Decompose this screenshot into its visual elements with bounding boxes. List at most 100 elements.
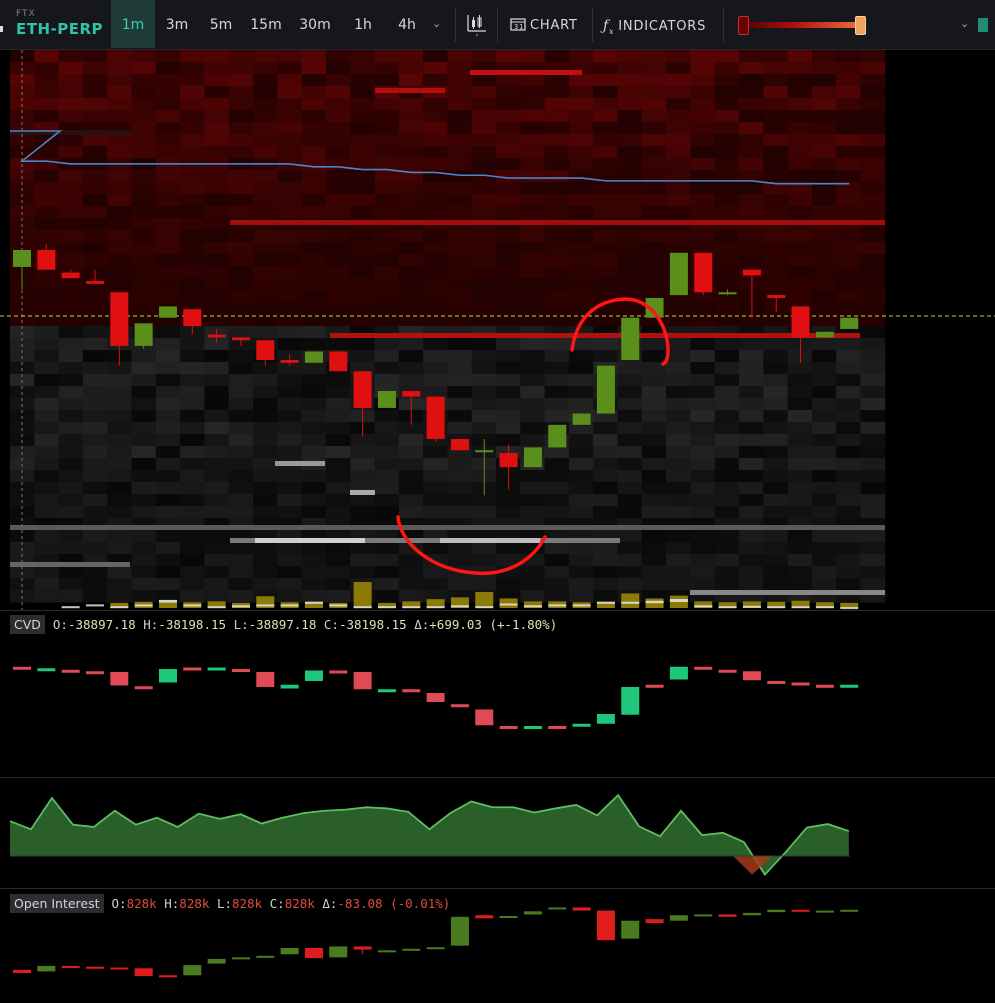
price-candle	[669, 252, 688, 296]
heatmap-cell	[253, 446, 278, 459]
slider-min-handle[interactable]	[738, 16, 749, 35]
heatmap-cell	[180, 362, 205, 375]
panel-toggle-icon[interactable]	[978, 18, 988, 32]
cvd-tag[interactable]: CVD	[10, 615, 45, 634]
heatmap-cell	[496, 374, 521, 387]
timeframe-4h-button[interactable]: 4h	[387, 0, 427, 48]
heatmap-cell	[301, 122, 327, 135]
heatmap-cell	[787, 194, 813, 207]
heatmap-cell	[617, 278, 643, 291]
symbol-selector[interactable]: FTX ETH-PERP	[16, 9, 103, 38]
heatmap-cell	[544, 482, 570, 495]
cvd-candle	[523, 726, 542, 729]
heatmap-cell	[617, 242, 643, 255]
heatmap-cell	[131, 506, 157, 519]
heatmap-cell	[593, 50, 618, 63]
chart-settings-button[interactable]: 31 CHART	[510, 0, 578, 48]
price-candle	[572, 413, 591, 425]
price-chart[interactable]	[0, 50, 995, 610]
heatmap-cell	[131, 254, 157, 267]
timeframe-5m-button[interactable]: 5m	[201, 0, 241, 48]
heatmap-cell	[690, 338, 716, 351]
heatmap-intensity-slider[interactable]	[738, 16, 866, 35]
more-chevron-down-icon[interactable]: ⌄	[960, 17, 969, 30]
heatmap-cell	[447, 206, 473, 219]
heatmap-cell	[58, 338, 84, 351]
heatmap-cell	[714, 386, 740, 399]
heatmap-cell	[325, 254, 351, 267]
heatmap-cell	[180, 374, 205, 387]
heatmap-cell	[836, 146, 861, 159]
heatmap-cell	[860, 206, 886, 219]
heatmap-cell	[714, 86, 740, 99]
heatmap-cell	[593, 578, 618, 591]
heatmap-cell	[155, 62, 181, 75]
oscillator-pane[interactable]	[0, 778, 995, 888]
heatmap-cell	[836, 422, 861, 435]
timeframe-1h-button[interactable]: 1h	[343, 0, 383, 48]
oi-candle	[304, 948, 323, 959]
liquidity-band	[690, 590, 885, 595]
heatmap-cell	[204, 170, 230, 183]
heatmap-cell	[617, 542, 643, 555]
heatmap-cell	[423, 446, 448, 459]
price-pane[interactable]	[0, 50, 995, 610]
timeframe-30m-button[interactable]: 30m	[293, 0, 337, 48]
timeframe-3m-button[interactable]: 3m	[157, 0, 197, 48]
heatmap-cell	[787, 374, 813, 387]
heatmap-cell	[180, 446, 205, 459]
heatmap-cell	[763, 458, 789, 471]
heatmap-cell	[568, 446, 594, 459]
open-interest-tag[interactable]: Open Interest	[10, 894, 104, 913]
indicators-button[interactable]: ƒx INDICATORS	[603, 0, 706, 48]
heatmap-cell	[836, 50, 861, 63]
liquidity-band	[440, 538, 540, 543]
heatmap-cell	[131, 434, 157, 447]
heatmap-cell	[763, 422, 789, 435]
open-interest-pane[interactable]: Open Interest O:828k H:828k L:828k C:828k…	[0, 889, 995, 999]
oscillator-chart[interactable]	[0, 778, 995, 888]
heatmap-cell	[447, 386, 473, 399]
heatmap-cell	[398, 302, 424, 315]
slider-max-handle[interactable]	[855, 16, 866, 35]
heatmap-cell	[568, 134, 594, 147]
heatmap-cell	[447, 266, 473, 279]
heatmap-cell	[277, 410, 303, 423]
heatmap-cell	[641, 506, 667, 519]
heatmap-cell	[58, 50, 84, 63]
heatmap-cell	[690, 566, 716, 579]
heatmap-cell	[204, 506, 230, 519]
cvd-pane[interactable]: CVD O:-38897.18 H:-38198.15 L:-38897.18 C…	[0, 611, 995, 777]
volume-sell-bar	[402, 606, 421, 609]
heatmap-cell	[34, 422, 60, 435]
heatmap-cell	[131, 266, 157, 279]
heatmap-cell	[398, 434, 424, 447]
heatmap-cell	[277, 554, 303, 567]
heatmap-cell	[423, 482, 448, 495]
heatmap-cell	[520, 194, 546, 207]
heatmap-cell	[763, 98, 789, 111]
heatmap-cell	[34, 470, 60, 483]
heatmap-cell	[447, 554, 473, 567]
candle-type-icon[interactable]	[467, 14, 487, 36]
heatmap-cell	[58, 482, 84, 495]
timeframe-chevron-down-icon[interactable]: ⌄	[432, 17, 441, 30]
heatmap-cell	[471, 410, 497, 423]
heatmap-cell	[204, 62, 230, 75]
heatmap-cell	[690, 482, 716, 495]
heatmap-cell	[739, 422, 764, 435]
timeframe-15m-button[interactable]: 15m	[245, 0, 287, 48]
heatmap-cell	[180, 206, 205, 219]
heatmap-cell	[763, 170, 789, 183]
cvd-chart[interactable]	[0, 611, 995, 777]
timeframe-1m-button[interactable]: 1m	[111, 0, 155, 48]
heatmap-cell	[204, 434, 230, 447]
heatmap-cell	[253, 458, 278, 471]
oi-candle	[280, 948, 299, 955]
heatmap-cell	[131, 482, 157, 495]
heatmap-cell	[204, 422, 230, 435]
heatmap-cell	[107, 494, 132, 507]
heatmap-cell	[690, 530, 716, 543]
heatmap-cell	[544, 386, 570, 399]
heatmap-cell	[690, 578, 716, 591]
